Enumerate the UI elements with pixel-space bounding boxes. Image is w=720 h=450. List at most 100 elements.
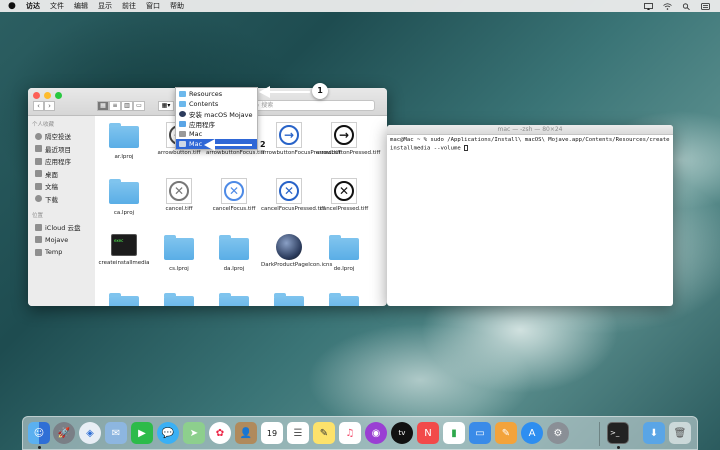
mojave-icns-icon (276, 234, 302, 260)
folder-icon[interactable] (329, 293, 359, 306)
file-item[interactable]: → arrowbuttonFocusPressed.tiff (261, 122, 341, 157)
path-item-applications[interactable]: 应用程序 (176, 119, 257, 129)
cancel-image-icon: ✕ (166, 178, 192, 204)
control-center-icon[interactable] (701, 2, 710, 10)
menu-help[interactable]: 帮助 (170, 1, 184, 11)
trash-icon[interactable]: 🗑 (669, 422, 691, 444)
menu-edit[interactable]: 编辑 (74, 1, 88, 11)
reminders-icon[interactable]: ☰ (287, 422, 309, 444)
airdrop-icon (35, 132, 42, 140)
folder-icon[interactable] (219, 293, 249, 306)
path-item-installer[interactable]: 安装 macOS Mojave (176, 109, 257, 119)
folder-icon[interactable] (274, 293, 304, 306)
airplay-icon[interactable] (644, 2, 653, 10)
group-button[interactable]: ▦▾ (158, 101, 174, 111)
document-icon (35, 182, 42, 190)
sidebar-item-desktop[interactable]: 桌面 (28, 168, 95, 181)
terminal-content[interactable]: mac@Mac ~ % sudo /Applications/Install\ … (387, 135, 673, 155)
sidebar-heading-favorites: 个人收藏 (32, 122, 55, 128)
search-input[interactable]: ⌕ 搜索 (251, 100, 375, 111)
sidebar-item-downloads[interactable]: 下载 (28, 193, 95, 206)
view-mode-buttons: ▦ ≡ ▥ ▭ (97, 101, 145, 111)
tv-icon[interactable]: tv (391, 422, 413, 444)
search-icon[interactable] (682, 2, 691, 10)
sidebar-item-mojave[interactable]: Mojave (28, 234, 95, 247)
forward-button[interactable]: › (44, 101, 55, 111)
disk-icon (179, 131, 186, 137)
numbers-icon[interactable]: ▮ (443, 422, 465, 444)
file-item[interactable]: ✕ cancelFocus.tiff (206, 178, 262, 213)
file-item[interactable]: ✕ cancel.tiff (151, 178, 207, 213)
sidebar-item-airdrop[interactable]: 隔空投送 (28, 130, 95, 143)
window-controls (33, 92, 62, 99)
applications-icon (35, 157, 42, 165)
file-item[interactable]: → arrowbuttonPressed.tiff (316, 122, 380, 157)
calendar-icon[interactable]: 19 (261, 422, 283, 444)
app-store-icon[interactable]: A (521, 422, 543, 444)
terminal-icon[interactable]: >_ (607, 422, 629, 444)
file-item[interactable]: exec createinstallmedia (96, 234, 152, 267)
maps-icon[interactable]: ➤ (183, 422, 205, 444)
downloads-icon[interactable]: ⬇ (643, 422, 665, 444)
file-item[interactable]: de.lproj (316, 234, 372, 273)
file-item[interactable]: da.lproj (206, 234, 262, 273)
menu-window[interactable]: 窗口 (146, 1, 160, 11)
cloud-icon (35, 223, 42, 231)
sidebar-item-applications[interactable]: 应用程序 (28, 155, 95, 168)
sidebar-item-icloud[interactable]: iCloud 云盘 (28, 221, 95, 234)
download-icon (35, 195, 42, 203)
sidebar-item-temp[interactable]: Temp (28, 246, 95, 259)
path-item-resources[interactable]: Resources (176, 89, 257, 99)
facetime-icon[interactable]: ▶ (131, 422, 153, 444)
terminal-cursor (464, 144, 469, 151)
photos-icon[interactable]: ✿ (209, 422, 231, 444)
list-view-button[interactable]: ≡ (109, 101, 121, 111)
pages-icon[interactable]: ✎ (495, 422, 517, 444)
menu-app-finder[interactable]: 访达 (26, 1, 40, 11)
finder-sidebar: 个人收藏 隔空投送 最近项目 应用程序 桌面 文稿 下载 位置 iCloud 云… (28, 116, 95, 306)
minimize-button[interactable] (44, 92, 51, 99)
clock-icon (35, 145, 42, 153)
file-item[interactable]: cs.lproj (151, 234, 207, 273)
mail-icon[interactable]: ✉ (105, 422, 127, 444)
path-item-contents[interactable]: Contents (176, 99, 257, 109)
music-icon[interactable]: ♫ (339, 422, 361, 444)
folder-icon[interactable] (164, 293, 194, 306)
path-dropdown-menu: Resources Contents 安装 macOS Mojave 应用程序 … (175, 87, 258, 150)
desktop-icon (35, 170, 42, 178)
news-icon[interactable]: N (417, 422, 439, 444)
zoom-button[interactable] (55, 92, 62, 99)
disk-icon (35, 236, 42, 244)
back-button[interactable]: ‹ (33, 101, 44, 111)
launchpad-icon[interactable]: 🚀 (53, 422, 75, 444)
mojave-icon (179, 111, 186, 117)
menu-file[interactable]: 文件 (50, 1, 64, 11)
safari-icon[interactable]: ◈ (79, 422, 101, 444)
gallery-view-button[interactable]: ▭ (133, 101, 145, 111)
file-item[interactable]: ca.lproj (96, 178, 152, 217)
file-item[interactable]: ✕ cancelPressed.tiff (316, 178, 372, 213)
keynote-icon[interactable]: ▭ (469, 422, 491, 444)
notes-icon[interactable]: ✎ (313, 422, 335, 444)
sidebar-item-recents[interactable]: 最近项目 (28, 143, 95, 156)
wifi-icon[interactable] (663, 2, 672, 10)
folder-icon[interactable] (109, 293, 139, 306)
column-view-button[interactable]: ▥ (121, 101, 133, 111)
apple-menu-icon[interactable]: ● (8, 1, 18, 11)
path-item-mac-disk[interactable]: Mac (176, 129, 257, 139)
messages-icon[interactable]: 💬 (157, 422, 179, 444)
sidebar-item-documents[interactable]: 文稿 (28, 180, 95, 193)
menu-go[interactable]: 前往 (122, 1, 136, 11)
file-item[interactable]: ✕ cancelFocusPressed.tiff (261, 178, 325, 213)
system-preferences-icon[interactable]: ⚙ (547, 422, 569, 444)
menu-view[interactable]: 显示 (98, 1, 112, 11)
file-item[interactable]: DarkProductPageIcon.icns (261, 234, 332, 269)
contacts-icon[interactable]: 👤 (235, 422, 257, 444)
running-indicator (617, 446, 620, 449)
close-button[interactable] (33, 92, 40, 99)
arrow-head-left-icon (204, 139, 215, 151)
podcasts-icon[interactable]: ◉ (365, 422, 387, 444)
file-item[interactable]: ar.lproj (96, 122, 152, 161)
finder-icon[interactable]: ☺ (28, 422, 50, 444)
icon-view-button[interactable]: ▦ (97, 101, 109, 111)
